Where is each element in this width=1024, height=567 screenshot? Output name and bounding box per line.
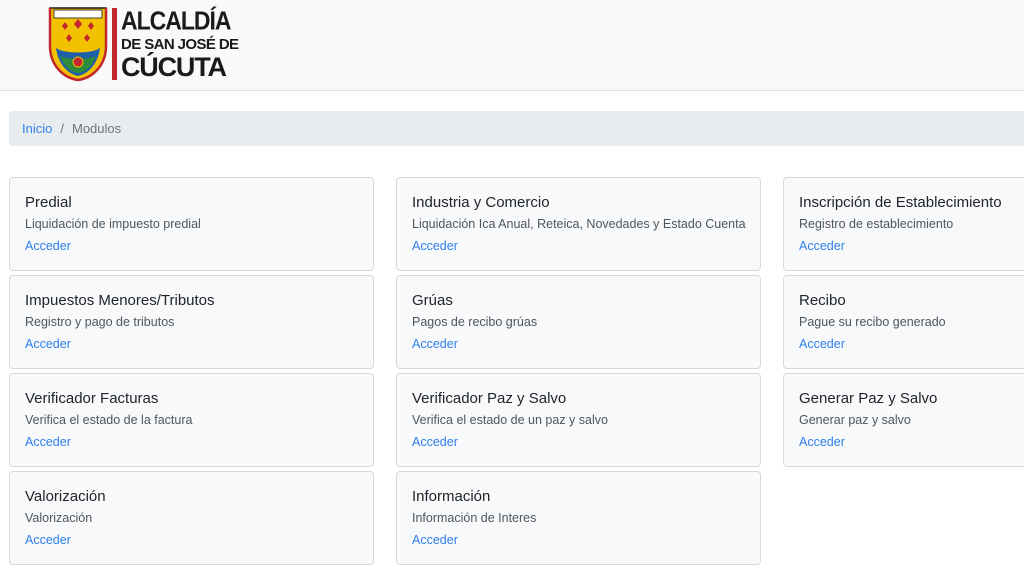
module-title: Predial xyxy=(25,194,72,211)
logo-line-2: DE SAN JOSÉ DE xyxy=(121,35,239,53)
module-description: Liquidación Ica Anual, Reteica, Novedade… xyxy=(412,217,746,231)
module-access-link[interactable]: Acceder xyxy=(799,434,845,450)
module-card-industria-comercio: Industria y Comercio Liquidación Ica Anu… xyxy=(396,177,761,271)
module-access-link[interactable]: Acceder xyxy=(25,434,71,450)
module-access-link[interactable]: Acceder xyxy=(412,336,458,352)
module-description: Generar paz y salvo xyxy=(799,413,911,427)
module-title: Grúas xyxy=(412,292,453,309)
module-description: Valorización xyxy=(25,511,93,525)
breadcrumb-current: Modulos xyxy=(71,121,122,136)
module-title: Industria y Comercio xyxy=(412,194,550,211)
module-access-link[interactable]: Acceder xyxy=(799,238,845,254)
module-title: Generar Paz y Salvo xyxy=(799,390,938,407)
module-description: Información de Interes xyxy=(412,511,537,525)
module-description: Liquidación de impuesto predial xyxy=(25,217,201,231)
module-title: Verificador Facturas xyxy=(25,390,159,407)
module-description: Verifica el estado de un paz y salvo xyxy=(412,413,608,427)
module-card-impuestos-menores: Impuestos Menores/Tributos Registro y pa… xyxy=(9,275,374,369)
module-description: Verifica el estado de la factura xyxy=(25,413,193,427)
module-access-link[interactable]: Acceder xyxy=(412,532,458,548)
module-access-link[interactable]: Acceder xyxy=(25,238,71,254)
module-access-link[interactable]: Acceder xyxy=(412,434,458,450)
module-access-link[interactable]: Acceder xyxy=(25,336,71,352)
module-card-generar-paz-salvo: Generar Paz y Salvo Generar paz y salvo … xyxy=(783,373,1024,467)
logo-line-1: ALCALDÍA xyxy=(121,5,232,35)
module-card-recibo: Recibo Pague su recibo generado Acceder xyxy=(783,275,1024,369)
module-card-inscripcion-establecimiento: Inscripción de Establecimiento Registro … xyxy=(783,177,1024,271)
module-card-informacion: Información Información de Interes Acced… xyxy=(396,471,761,565)
site-header: ALCALDÍA DE SAN JOSÉ DE CÚCUTA xyxy=(0,0,1024,91)
logo-text: ALCALDÍA DE SAN JOSÉ DE CÚCUTA xyxy=(121,5,239,82)
module-access-link[interactable]: Acceder xyxy=(25,532,71,548)
module-title: Impuestos Menores/Tributos xyxy=(25,292,215,309)
module-card-gruas: Grúas Pagos de recibo grúas Acceder xyxy=(396,275,761,369)
breadcrumb-separator: / xyxy=(60,121,64,136)
logo-line-3: CÚCUTA xyxy=(121,51,227,82)
module-title: Inscripción de Establecimiento xyxy=(799,194,1002,211)
module-description: Pagos de recibo grúas xyxy=(412,315,538,329)
module-description: Registro de establecimiento xyxy=(799,217,954,231)
module-title: Verificador Paz y Salvo xyxy=(412,390,567,407)
module-description: Pague su recibo generado xyxy=(799,315,946,329)
breadcrumb-home-link[interactable]: Inicio xyxy=(22,121,52,136)
module-card-valorizacion: Valorización Valorización Acceder xyxy=(9,471,374,565)
module-access-link[interactable]: Acceder xyxy=(412,238,458,254)
module-title: Valorización xyxy=(25,488,106,505)
module-card-verificador-facturas: Verificador Facturas Verifica el estado … xyxy=(9,373,374,467)
alcaldia-logo[interactable]: ALCALDÍA DE SAN JOSÉ DE CÚCUTA xyxy=(48,5,239,82)
module-description: Registro y pago de tributos xyxy=(25,315,175,329)
module-card-verificador-paz-salvo: Verificador Paz y Salvo Verifica el esta… xyxy=(396,373,761,467)
logo-divider xyxy=(112,8,117,80)
module-card-predial: Predial Liquidación de impuesto predial … xyxy=(9,177,374,271)
module-access-link[interactable]: Acceder xyxy=(799,336,845,352)
coat-of-arms-icon xyxy=(48,7,108,82)
module-title: Recibo xyxy=(799,292,846,309)
breadcrumb: Inicio / Modulos xyxy=(9,111,1024,146)
module-title: Información xyxy=(412,488,491,505)
